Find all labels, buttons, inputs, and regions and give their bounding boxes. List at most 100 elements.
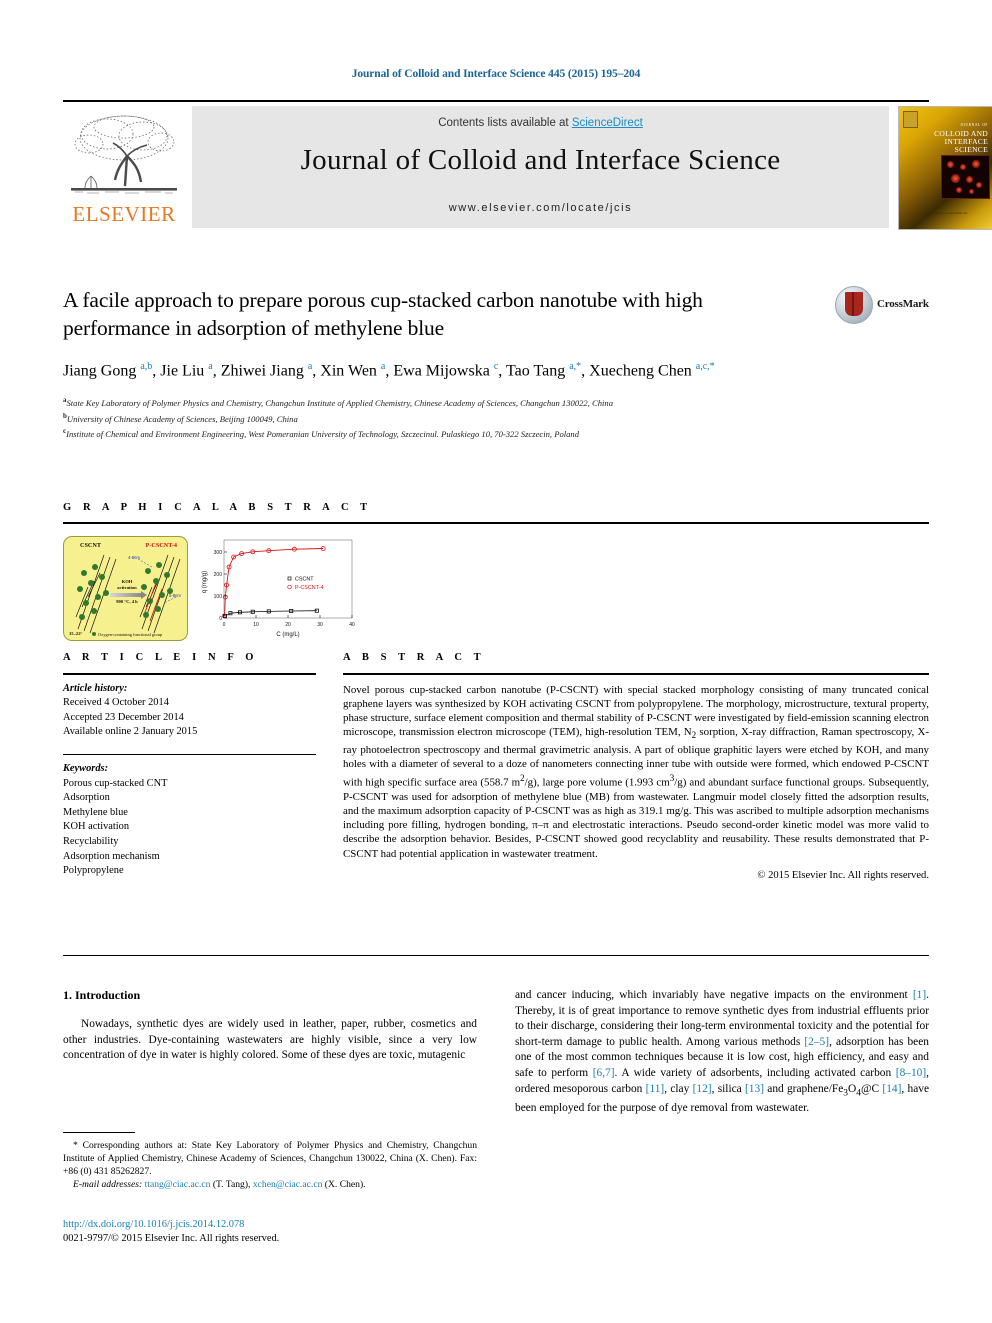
ga-isotherm-chart: 0 100 200 300 0 10 20 30 40 C (mg/L) q (…	[196, 536, 371, 639]
svg-text:30: 30	[317, 622, 323, 628]
ga-legend-text: Oxygen-containing functional group	[98, 631, 163, 637]
issn-copyright-line: 0021-9797/© 2015 Elsevier Inc. All right…	[63, 1233, 280, 1244]
keywords-rule	[63, 753, 316, 755]
graphical-abstract-heading: G R A P H I C A L A B S T R A C T	[63, 502, 372, 513]
journal-cover-thumbnail: JOURNAL OF COLLOID AND INTERFACE SCIENCE…	[898, 106, 992, 230]
journal-homepage-url[interactable]: www.elsevier.com/locate/jcis	[192, 202, 889, 214]
svg-text:100: 100	[214, 594, 223, 600]
sciencedirect-link[interactable]: ScienceDirect	[572, 117, 643, 129]
svg-text:300: 300	[214, 550, 223, 556]
svg-text:CSCNT: CSCNT	[295, 576, 314, 582]
svg-text:200: 200	[214, 572, 223, 578]
crossmark-label: CrossMark	[877, 298, 929, 310]
tree-svg	[71, 115, 177, 194]
affiliation-item: cInstitute of Chemical and Environment E…	[63, 425, 929, 440]
body-column-left: 1. Introduction Nowadays, synthetic dyes…	[63, 988, 477, 1064]
affiliation-list: aState Key Laboratory of Polymer Physics…	[63, 394, 929, 440]
keyword-item: Porous cup-stacked CNT	[63, 777, 168, 789]
cover-elsevier-badge	[903, 111, 918, 128]
contents-prefix: Contents lists available at	[438, 117, 572, 129]
crossmark-badge[interactable]: CrossMark	[835, 286, 929, 326]
article-history: Article history: Received 4 October 2014…	[63, 682, 316, 740]
ga-process-label: KOH activation	[108, 579, 146, 591]
crossmark-icon	[835, 286, 873, 324]
article-info-rule	[63, 673, 316, 675]
body-column-right: and cancer inducing, which invariably ha…	[515, 988, 929, 1117]
running-head: Journal of Colloid and Interface Science…	[351, 68, 641, 80]
affiliation-text: University of Chinese Academy of Science…	[66, 413, 298, 424]
ga-label-pcscnt: P-CSCNT-4	[145, 541, 177, 549]
author-list: Jiang Gong a,b, Jie Liu a, Zhiwei Jiang …	[63, 361, 715, 380]
abstract-rule	[343, 673, 929, 675]
abstract-copyright: © 2015 Elsevier Inc. All rights reserved…	[757, 869, 929, 881]
svg-text:0: 0	[223, 622, 226, 628]
masthead-top-rule	[63, 100, 929, 102]
svg-text:40: 40	[349, 622, 355, 628]
isotherm-chart-svg: 0 100 200 300 0 10 20 30 40 C (mg/L) q (…	[202, 539, 355, 638]
ga-process-line2: activation	[117, 584, 137, 590]
ga-process-arrow-icon	[110, 590, 147, 599]
svg-text:5-8nm: 5-8nm	[169, 593, 181, 598]
cover-footer-text: Available online at www.sciencedirect.co…	[922, 211, 968, 215]
footnote-rule	[63, 1132, 135, 1133]
masthead-center-band: Contents lists available at ScienceDirec…	[192, 106, 889, 228]
graphical-abstract-rule	[63, 522, 929, 524]
history-label: Article history:	[63, 682, 128, 694]
keyword-item: Recyclability	[63, 835, 119, 847]
ga-angle-label: 15–22°	[69, 630, 83, 636]
chart-xlabel: C (mg/L)	[276, 632, 299, 638]
keyword-item: KOH activation	[63, 821, 130, 833]
graphical-abstract-section: G R A P H I C A L A B S T R A C T 4-8nm …	[63, 502, 929, 641]
title-block: A facile approach to prepare porous cup-…	[63, 286, 929, 440]
elsevier-logo: ELSEVIER	[63, 106, 185, 228]
article-info-section: A R T I C L E I N F O Article history: R…	[63, 652, 316, 879]
ga-process-conditions: 900 °C, 4 h	[116, 598, 138, 604]
ga-process-line1: KOH	[121, 578, 133, 584]
chart-ylabel: q (mg/g)	[202, 570, 208, 592]
svg-text:20: 20	[285, 622, 291, 628]
body-paragraph: and cancer inducing, which invariably ha…	[515, 989, 930, 1115]
ga-legend-dot-icon	[92, 631, 96, 636]
elsevier-tree-icon	[69, 110, 179, 202]
svg-text:10: 10	[253, 622, 259, 628]
affiliation-item: aState Key Laboratory of Polymer Physics…	[63, 394, 929, 409]
affiliation-item: bUniversity of Chinese Academy of Scienc…	[63, 410, 929, 425]
history-item: Accepted 23 December 2014	[63, 711, 184, 723]
page-title: A facile approach to prepare porous cup-…	[63, 288, 703, 340]
journal-masthead: ELSEVIER Contents lists available at Sci…	[63, 100, 992, 230]
affiliation-text: Institute of Chemical and Environment En…	[66, 428, 580, 439]
svg-text:4-8nm: 4-8nm	[128, 555, 140, 560]
svg-text:P-CSCNT-4: P-CSCNT-4	[295, 585, 323, 591]
keyword-item: Adsorption mechanism	[63, 850, 160, 862]
affiliation-text: State Key Laboratory of Polymer Physics …	[66, 398, 614, 409]
keywords-list: Keywords: Porous cup-stacked CNT Adsorpt…	[63, 762, 316, 879]
keywords-label: Keywords:	[63, 762, 109, 774]
cover-journal-kicker: JOURNAL OF	[960, 123, 988, 127]
history-item: Available online 2 January 2015	[63, 726, 198, 738]
article-first-page: Journal of Colloid and Interface Science…	[0, 0, 992, 1323]
elsevier-wordmark: ELSEVIER	[72, 202, 176, 226]
section-heading-introduction: 1. Introduction	[63, 988, 141, 1002]
corresponding-author-footnote: * Corresponding authors at: State Key La…	[63, 1140, 477, 1190]
article-info-heading: A R T I C L E I N F O	[63, 652, 259, 663]
doi-block: http://dx.doi.org/10.1016/j.jcis.2014.12…	[63, 1218, 483, 1246]
cover-journal-name: COLLOID AND INTERFACE SCIENCE	[934, 129, 988, 154]
ga-legend: Oxygen-containing functional group	[92, 631, 163, 637]
ga-scheme-figure: 4-8nm 5-8nm CSCNT P-CSCNT-4 KOH activati…	[63, 535, 188, 641]
keyword-item: Adsorption	[63, 792, 110, 804]
contents-available-line: Contents lists available at ScienceDirec…	[192, 117, 889, 129]
ga-label-cscnt: CSCNT	[80, 541, 101, 549]
crossmark-book-icon	[845, 292, 863, 316]
doi-link[interactable]: http://dx.doi.org/10.1016/j.jcis.2014.12…	[63, 1218, 483, 1232]
abstract-text: Novel porous cup-stacked carbon nanotube…	[343, 683, 929, 860]
keyword-item: Methylene blue	[63, 806, 128, 818]
cover-micrograph	[941, 155, 990, 199]
journal-title: Journal of Colloid and Interface Science	[300, 144, 781, 176]
history-item: Received 4 October 2014	[63, 697, 169, 709]
cover-title-text: JOURNAL OF COLLOID AND INTERFACE SCIENCE	[926, 121, 988, 154]
body-paragraph: Nowadays, synthetic dyes are widely used…	[63, 1018, 477, 1062]
graphical-abstract-figures: 4-8nm 5-8nm CSCNT P-CSCNT-4 KOH activati…	[63, 535, 929, 641]
abstract-heading: A B S T R A C T	[343, 652, 486, 663]
body-separator-rule	[63, 955, 929, 956]
